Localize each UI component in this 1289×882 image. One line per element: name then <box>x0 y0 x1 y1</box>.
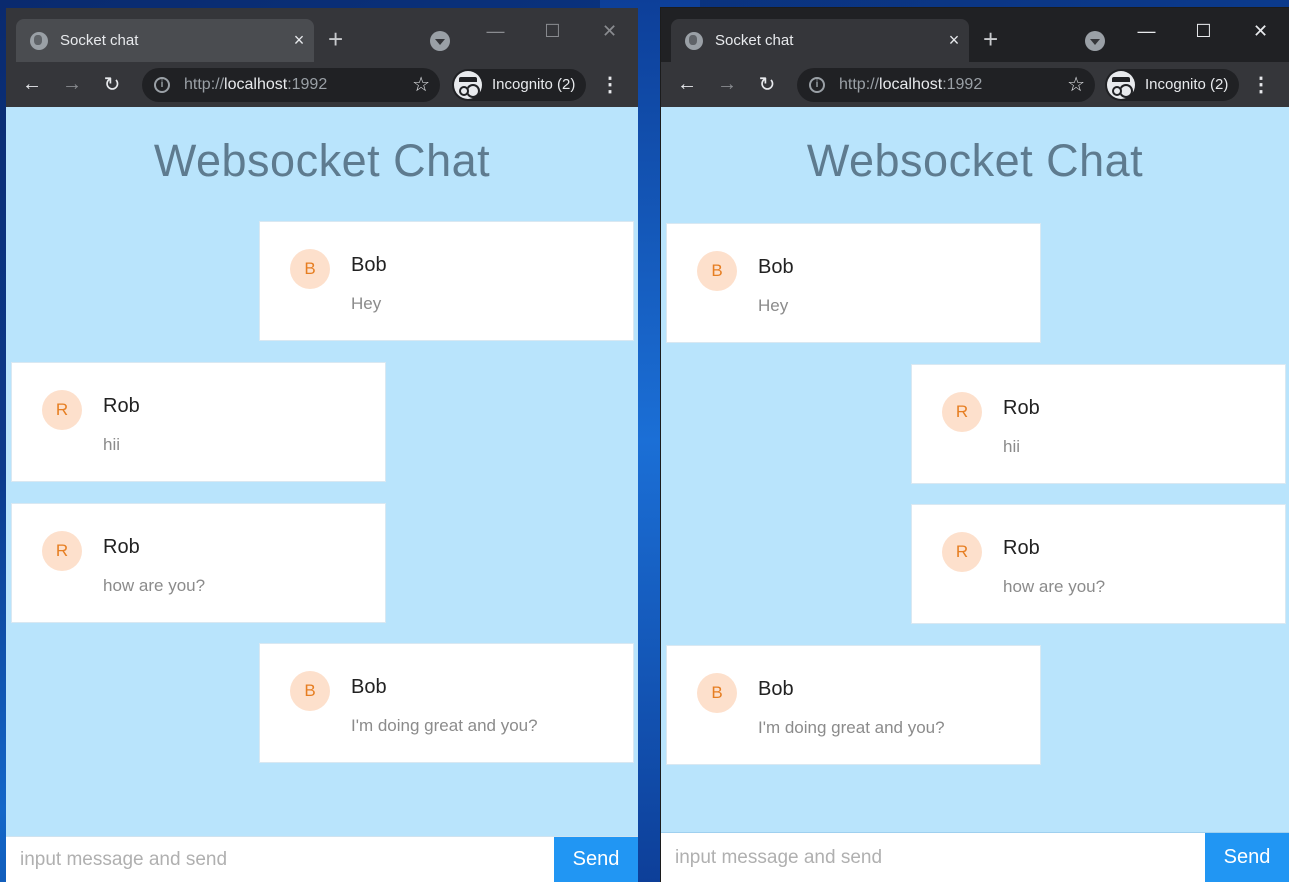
globe-icon <box>30 31 48 50</box>
forward-button[interactable]: → <box>52 73 92 96</box>
message-text: I'm doing great and you? <box>351 716 538 735</box>
tab-title: Socket chat <box>60 32 139 49</box>
message-text: Hey <box>351 294 382 313</box>
tab-search-icon[interactable] <box>430 31 450 51</box>
minimize-button[interactable]: — <box>467 16 524 46</box>
url-host: localhost <box>224 75 288 93</box>
bookmark-star-icon[interactable]: ☆ <box>412 72 430 97</box>
tab-search-icon[interactable] <box>1085 31 1105 51</box>
info-icon[interactable]: i <box>809 76 825 93</box>
reload-button[interactable]: ↻ <box>92 72 132 97</box>
avatar: R <box>942 532 982 572</box>
incognito-button[interactable]: Incognito (2) <box>452 68 586 101</box>
incognito-label: Incognito (2) <box>492 76 576 93</box>
avatar: B <box>290 671 330 711</box>
new-tab-button[interactable]: + <box>983 24 998 55</box>
window-controls: — ☐ ✕ <box>1118 16 1289 46</box>
window-controls: — ☐ ✕ <box>467 16 638 46</box>
address-bar[interactable]: i http://localhost:1992 ☆ <box>797 67 1095 102</box>
chat-page: Websocket Chat B Bob Hey R Rob hii R Rob… <box>661 107 1289 882</box>
send-button[interactable]: Send <box>1205 833 1289 882</box>
menu-icon[interactable]: ⋮ <box>600 72 620 97</box>
message-text: how are you? <box>103 576 206 595</box>
message-author: Bob <box>758 678 794 700</box>
avatar: R <box>942 392 982 432</box>
message-author: Rob <box>103 395 140 417</box>
message-text: I'm doing great and you? <box>758 718 945 737</box>
incognito-button[interactable]: Incognito (2) <box>1105 68 1239 101</box>
message-card: B Bob Hey <box>259 221 634 341</box>
browser-window-left: Socket chat × + — ☐ ✕ ← → ↻ i http://loc… <box>6 8 638 882</box>
avatar: B <box>697 251 737 291</box>
message-composer: Send <box>6 836 638 882</box>
incognito-icon <box>454 70 482 99</box>
message-text: how are you? <box>1003 577 1106 596</box>
message-card: B Bob I'm doing great and you? <box>666 645 1041 765</box>
title-bar[interactable]: Socket chat × + — ☐ ✕ <box>661 8 1289 62</box>
close-window-button[interactable]: ✕ <box>1232 16 1289 46</box>
send-button[interactable]: Send <box>554 837 638 882</box>
forward-button[interactable]: → <box>707 73 747 96</box>
globe-icon <box>685 31 703 50</box>
message-card: R Rob how are you? <box>11 503 386 623</box>
tab-socket-chat[interactable]: Socket chat × <box>16 19 314 62</box>
tab-title: Socket chat <box>715 32 794 49</box>
avatar: R <box>42 390 82 430</box>
toolbar: ← → ↻ i http://localhost:1992 ☆ Incognit… <box>661 62 1289 107</box>
message-card: B Bob Hey <box>666 223 1041 343</box>
browser-window-right: Socket chat × + — ☐ ✕ ← → ↻ i http://loc… <box>661 8 1289 882</box>
page-title: Websocket Chat <box>153 135 491 186</box>
chat-page: Websocket Chat B Bob Hey R Rob hii R Rob… <box>6 107 638 882</box>
back-button[interactable]: ← <box>12 73 52 96</box>
message-composer: Send <box>661 832 1289 882</box>
url-host: localhost <box>879 75 943 93</box>
new-tab-button[interactable]: + <box>328 24 343 55</box>
reload-button[interactable]: ↻ <box>747 72 787 97</box>
url-scheme: http:// <box>839 75 880 93</box>
message-card: R Rob hii <box>11 362 386 482</box>
message-author: Rob <box>1003 537 1040 559</box>
message-author: Bob <box>758 256 794 278</box>
message-author: Bob <box>351 676 387 698</box>
url-port: :1992 <box>287 75 328 93</box>
tab-close-icon[interactable]: × <box>939 30 969 51</box>
title-bar[interactable]: Socket chat × + — ☐ ✕ <box>6 8 638 62</box>
message-text: hii <box>1003 437 1021 456</box>
incognito-label: Incognito (2) <box>1145 76 1229 93</box>
message-card: B Bob I'm doing great and you? <box>259 643 634 763</box>
bookmark-star-icon[interactable]: ☆ <box>1067 72 1085 97</box>
page-title: Websocket Chat <box>806 135 1144 186</box>
avatar: B <box>290 249 330 289</box>
message-text: Hey <box>758 296 789 315</box>
url-port: :1992 <box>942 75 983 93</box>
minimize-button[interactable]: — <box>1118 16 1175 46</box>
message-text: hii <box>103 435 121 454</box>
close-window-button[interactable]: ✕ <box>581 16 638 46</box>
message-card: R Rob hii <box>911 364 1286 484</box>
info-icon[interactable]: i <box>154 76 170 93</box>
message-input[interactable] <box>6 837 554 882</box>
maximize-button[interactable]: ☐ <box>1175 16 1232 46</box>
address-bar[interactable]: i http://localhost:1992 ☆ <box>142 67 440 102</box>
incognito-icon <box>1107 70 1135 99</box>
message-author: Rob <box>103 536 140 558</box>
avatar: R <box>42 531 82 571</box>
avatar: B <box>697 673 737 713</box>
message-card: R Rob how are you? <box>911 504 1286 624</box>
toolbar: ← → ↻ i http://localhost:1992 ☆ Incognit… <box>6 62 638 107</box>
message-author: Rob <box>1003 397 1040 419</box>
tab-socket-chat[interactable]: Socket chat × <box>671 19 969 62</box>
maximize-button[interactable]: ☐ <box>524 16 581 46</box>
message-input[interactable] <box>661 833 1205 882</box>
tab-close-icon[interactable]: × <box>284 30 314 51</box>
message-author: Bob <box>351 254 387 276</box>
url-scheme: http:// <box>184 75 225 93</box>
back-button[interactable]: ← <box>667 73 707 96</box>
menu-icon[interactable]: ⋮ <box>1251 72 1271 97</box>
